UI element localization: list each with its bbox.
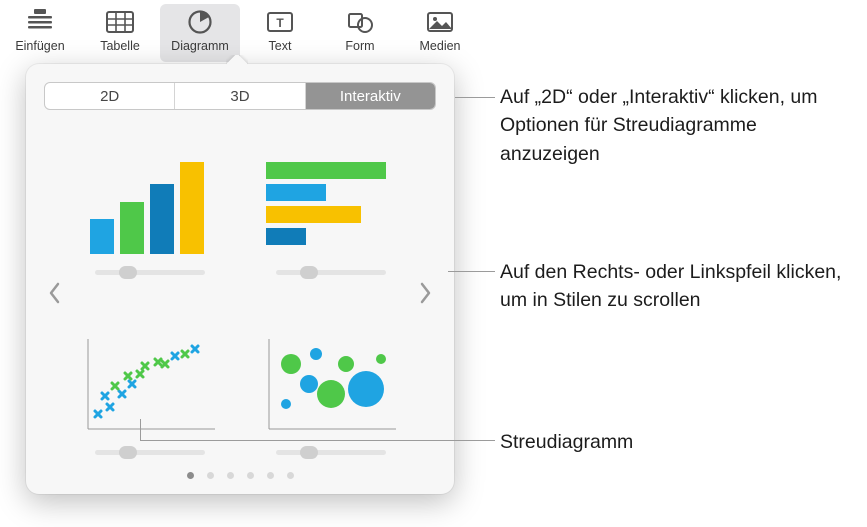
- annotation-scatter: Streudiagramm: [500, 428, 633, 456]
- toolbar-item-media[interactable]: Medien: [400, 4, 480, 62]
- chart-option-column[interactable]: [74, 128, 225, 278]
- chart-option-bar[interactable]: [255, 128, 406, 278]
- popover-arrow: [226, 55, 248, 66]
- scatter-chart-thumb: [80, 329, 220, 434]
- toolbar-label: Diagramm: [171, 39, 229, 53]
- page-indicator[interactable]: [44, 472, 436, 479]
- slider-mini: [276, 446, 386, 458]
- insert-icon: [23, 7, 57, 37]
- chart-option-bubble[interactable]: [255, 308, 406, 458]
- tab-interactive[interactable]: Interaktiv: [306, 83, 435, 109]
- toolbar: Einfügen Tabelle Diagramm T Text Form Me…: [0, 0, 867, 62]
- leader-line: [140, 440, 495, 441]
- column-chart-thumb: [80, 149, 220, 254]
- page-dot[interactable]: [227, 472, 234, 479]
- toolbar-item-shape[interactable]: Form: [320, 4, 400, 62]
- toolbar-label: Einfügen: [15, 39, 64, 53]
- page-dot[interactable]: [287, 472, 294, 479]
- text-icon: T: [263, 7, 297, 37]
- toolbar-label: Medien: [420, 39, 461, 53]
- toolbar-item-text[interactable]: T Text: [240, 4, 320, 62]
- slider-mini: [276, 266, 386, 278]
- page-dot[interactable]: [267, 472, 274, 479]
- toolbar-item-insert[interactable]: Einfügen: [0, 4, 80, 62]
- leader-line: [448, 271, 495, 272]
- toolbar-item-chart[interactable]: Diagramm: [160, 4, 240, 62]
- next-style-arrow[interactable]: [416, 271, 436, 315]
- bar-chart-thumb: [261, 149, 401, 254]
- annotation-tabs: Auf „2D“ oder „Interaktiv“ klicken, um O…: [500, 83, 850, 168]
- chart-icon: [183, 7, 217, 37]
- leader-line: [140, 419, 141, 440]
- leader-line: [455, 97, 495, 98]
- toolbar-label: Text: [269, 39, 292, 53]
- svg-text:T: T: [276, 16, 284, 30]
- bubble-chart-thumb: [261, 329, 401, 434]
- tab-2d[interactable]: 2D: [45, 83, 175, 109]
- chart-option-scatter[interactable]: [74, 308, 225, 458]
- page-dot[interactable]: [207, 472, 214, 479]
- page-dot[interactable]: [187, 472, 194, 479]
- toolbar-label: Tabelle: [100, 39, 140, 53]
- page-dot[interactable]: [247, 472, 254, 479]
- slider-mini: [95, 266, 205, 278]
- chart-type-segmented-control: 2D 3D Interaktiv: [44, 82, 436, 110]
- tab-3d[interactable]: 3D: [175, 83, 305, 109]
- chart-style-grid-area: [44, 128, 436, 458]
- toolbar-item-table[interactable]: Tabelle: [80, 4, 160, 62]
- shape-icon: [343, 7, 377, 37]
- media-icon: [423, 7, 457, 37]
- annotation-arrows: Auf den Rechts- oder Linkspfeil klicken,…: [500, 258, 850, 315]
- slider-mini: [95, 446, 205, 458]
- toolbar-label: Form: [345, 39, 374, 53]
- chart-popover: 2D 3D Interaktiv: [26, 64, 454, 494]
- previous-style-arrow[interactable]: [44, 271, 64, 315]
- table-icon: [103, 7, 137, 37]
